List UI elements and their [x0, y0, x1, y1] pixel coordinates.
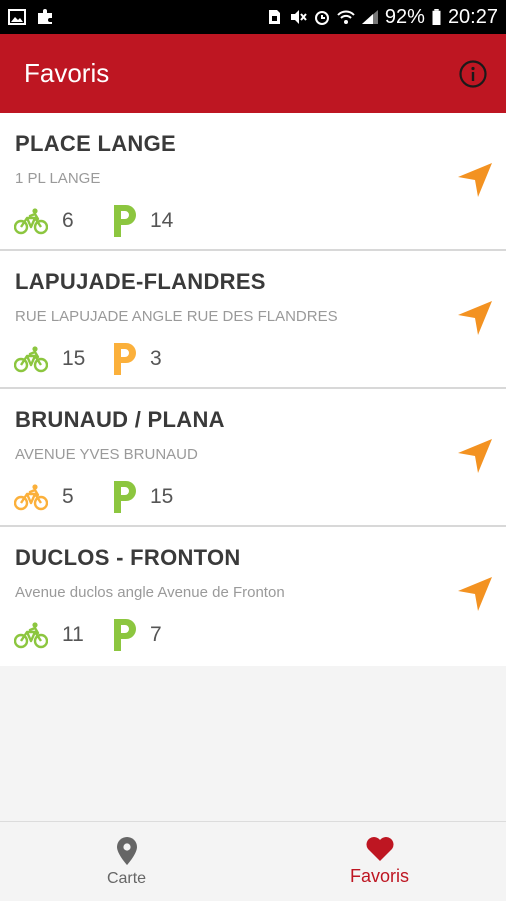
wifi-icon — [337, 9, 355, 25]
heart-icon — [366, 837, 393, 861]
favorites-list: PLACE LANGE 1 PL LANGE 6 14 LAPUJADE-FLA… — [0, 113, 506, 666]
station-card[interactable]: BRUNAUD / PLANA AVENUE YVES BRUNAUD 5 15 — [0, 389, 506, 527]
signal-icon — [361, 9, 379, 25]
parking-count: 3 — [150, 347, 162, 370]
navigate-arrow-icon[interactable] — [456, 437, 494, 475]
map-pin-icon — [116, 836, 137, 865]
battery-icon — [431, 9, 442, 25]
status-bar: 92% 20:27 — [0, 0, 506, 34]
bike-count: 5 — [62, 485, 74, 508]
nav-carte-label: Carte — [106, 869, 147, 887]
page-title: Favoris — [24, 58, 110, 88]
station-address: AVENUE YVES BRUNAUD — [15, 446, 198, 463]
navigate-arrow-icon[interactable] — [456, 575, 494, 613]
bike-icon — [14, 345, 48, 373]
parking-count: 7 — [150, 623, 162, 646]
bike-count: 15 — [62, 347, 86, 370]
station-address: 1 PL LANGE — [15, 170, 101, 187]
sim-icon — [265, 9, 283, 25]
parking-icon — [112, 617, 138, 653]
station-name: PLACE LANGE — [15, 131, 176, 156]
parking-icon — [112, 341, 138, 377]
navigate-arrow-icon[interactable] — [456, 299, 494, 337]
parking-count: 15 — [150, 485, 174, 508]
bike-count: 11 — [62, 623, 84, 646]
bike-icon — [14, 207, 48, 235]
bike-count: 6 — [62, 209, 74, 232]
station-address: RUE LAPUJADE ANGLE RUE DES FLANDRES — [15, 308, 338, 325]
alarm-icon — [313, 9, 331, 25]
parking-icon — [112, 479, 138, 515]
station-counts: 11 7 — [14, 615, 162, 655]
station-card[interactable]: LAPUJADE-FLANDRES RUE LAPUJADE ANGLE RUE… — [0, 251, 506, 389]
station-name: BRUNAUD / PLANA — [15, 407, 225, 432]
mute-icon — [289, 9, 307, 25]
navigate-arrow-icon[interactable] — [456, 161, 494, 199]
station-address: Avenue duclos angle Avenue de Fronton — [15, 584, 285, 601]
info-icon[interactable] — [458, 59, 488, 89]
station-card[interactable]: PLACE LANGE 1 PL LANGE 6 14 — [0, 113, 506, 251]
bike-icon — [14, 483, 48, 511]
nav-favoris[interactable]: Favoris — [253, 822, 506, 901]
station-name: DUCLOS - FRONTON — [15, 545, 241, 570]
nav-favoris-label: Favoris — [349, 866, 409, 886]
clock-time: 20:27 — [447, 5, 498, 28]
app-bar: Favoris — [0, 34, 506, 113]
bottom-navigation: Carte Favoris — [0, 821, 506, 901]
station-counts: 5 15 — [14, 477, 173, 517]
station-counts: 15 3 — [14, 339, 162, 379]
image-notification-icon — [8, 9, 26, 25]
nav-carte[interactable]: Carte — [0, 822, 253, 901]
puzzle-notification-icon — [36, 9, 54, 25]
station-counts: 6 14 — [14, 201, 173, 241]
bike-icon — [14, 621, 48, 649]
parking-icon — [112, 203, 138, 239]
station-name: LAPUJADE-FLANDRES — [15, 269, 266, 294]
battery-percent: 92% — [384, 5, 425, 28]
parking-count: 14 — [150, 209, 174, 232]
station-card[interactable]: DUCLOS - FRONTON Avenue duclos angle Ave… — [0, 527, 506, 666]
